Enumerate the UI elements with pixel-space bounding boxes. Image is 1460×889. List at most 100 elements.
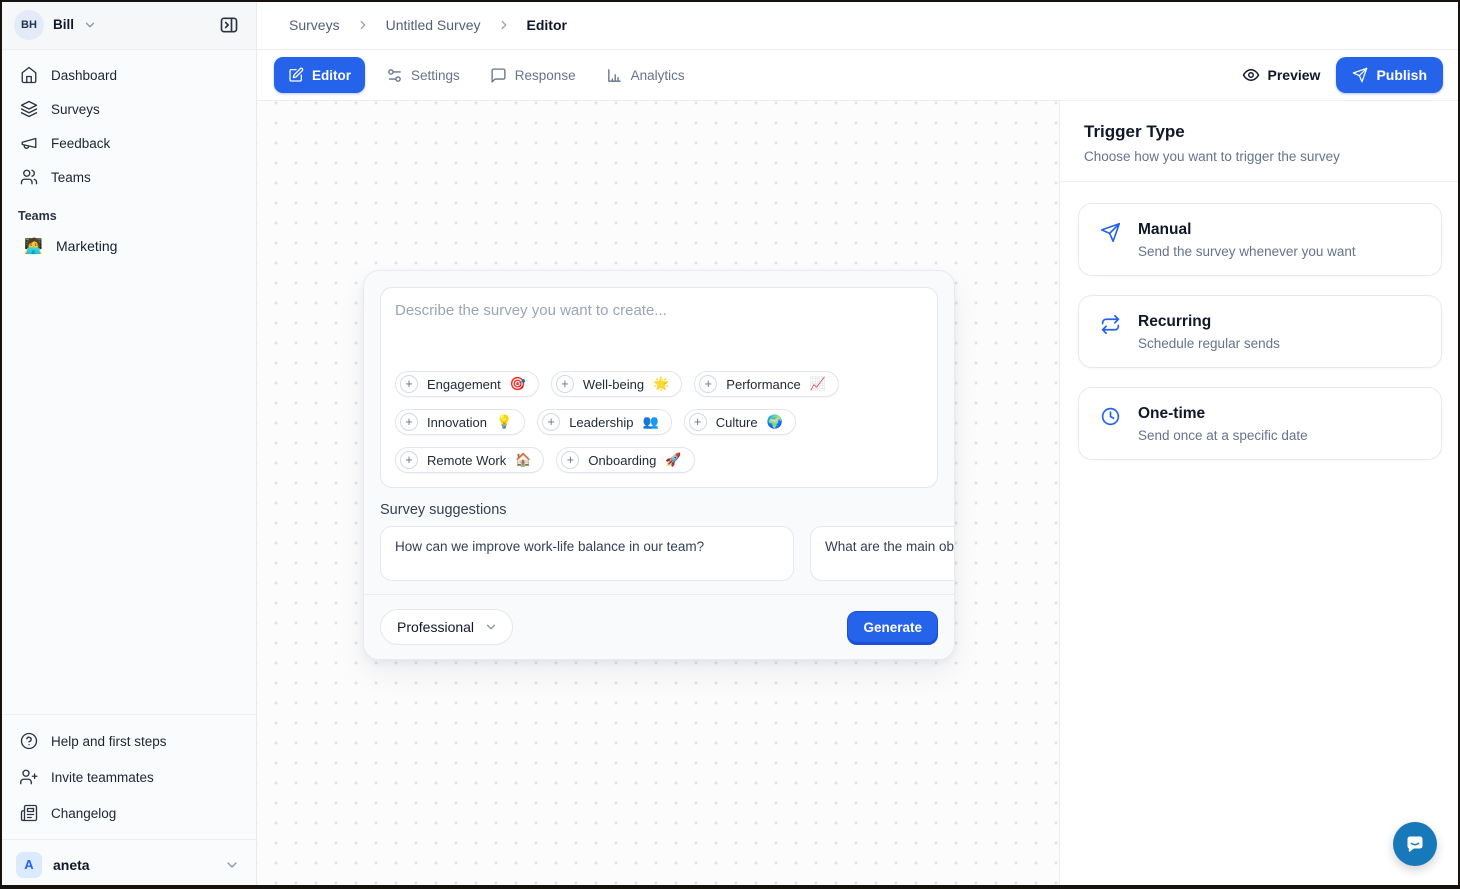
sidebar-item-feedback[interactable]: Feedback xyxy=(0,126,256,160)
tab-analytics[interactable]: Analytics xyxy=(597,57,694,93)
breadcrumb-survey-name[interactable]: Untitled Survey xyxy=(386,17,481,33)
home-icon xyxy=(20,66,38,84)
sidebar-item-label: Feedback xyxy=(51,136,110,151)
collapse-sidebar-button[interactable] xyxy=(216,12,242,38)
trigger-option-desc: Schedule regular sends xyxy=(1138,336,1280,351)
breadcrumb-surveys[interactable]: Surveys xyxy=(289,17,340,33)
trigger-option-title: One-time xyxy=(1138,405,1308,423)
chip-label: Remote Work xyxy=(427,453,506,468)
sidebar-item-teams[interactable]: Teams xyxy=(0,160,256,194)
trigger-option-one-time[interactable]: One-time Send once at a specific date xyxy=(1078,387,1442,460)
chevron-right-icon xyxy=(497,18,511,32)
layers-icon xyxy=(20,100,38,118)
survey-description-input[interactable]: Describe the survey you want to create..… xyxy=(380,287,938,488)
chip-label: Culture xyxy=(716,415,758,430)
chat-launcher-button[interactable] xyxy=(1393,822,1437,866)
chip-remote-work[interactable]: + Remote Work 🏠 xyxy=(395,447,544,473)
trigger-option-desc: Send once at a specific date xyxy=(1138,428,1308,443)
workspace-switcher[interactable]: BH Bill xyxy=(14,10,97,40)
sidebar-item-label: Surveys xyxy=(51,102,100,117)
sidebar-item-help[interactable]: Help and first steps xyxy=(0,723,256,759)
suggestion-card[interactable]: What are the main ob xyxy=(810,526,954,581)
chip-culture[interactable]: + Culture 🌍 xyxy=(684,409,796,435)
trigger-option-recurring[interactable]: Recurring Schedule regular sends xyxy=(1078,295,1442,368)
chip-emoji: 🌍 xyxy=(767,414,783,430)
pencil-square-icon xyxy=(288,67,304,83)
ai-survey-builder-card: Describe the survey you want to create..… xyxy=(363,270,955,660)
team-emoji: 🧑‍💻 xyxy=(24,237,42,255)
preview-button[interactable]: Preview xyxy=(1242,66,1321,84)
publish-button[interactable]: Publish xyxy=(1336,57,1443,93)
trigger-option-desc: Send the survey whenever you want xyxy=(1138,244,1356,259)
trigger-option-manual[interactable]: Manual Send the survey whenever you want xyxy=(1078,203,1442,276)
chip-emoji: 👥 xyxy=(643,414,659,430)
bar-chart-icon xyxy=(606,67,623,84)
tab-label: Analytics xyxy=(631,68,685,83)
chip-innovation[interactable]: + Innovation 💡 xyxy=(395,409,525,435)
toolbar-actions: Preview Publish xyxy=(1242,57,1444,93)
send-icon xyxy=(1352,67,1368,83)
plus-icon: + xyxy=(400,375,418,393)
message-square-icon xyxy=(490,67,507,84)
suggestions-title: Survey suggestions xyxy=(380,502,938,518)
chip-emoji: 💡 xyxy=(496,414,512,430)
suggestions-row: How can we improve work-life balance in … xyxy=(380,526,954,581)
sidebar-item-label: Invite teammates xyxy=(51,770,154,785)
builder-footer: Professional Generate xyxy=(364,594,954,659)
survey-canvas[interactable]: Describe the survey you want to create..… xyxy=(257,101,1059,889)
breadcrumb-current-page: Editor xyxy=(527,17,567,33)
sidebar-item-dashboard[interactable]: Dashboard xyxy=(0,58,256,92)
tab-response[interactable]: Response xyxy=(481,57,585,93)
megaphone-icon xyxy=(20,134,38,152)
account-menu[interactable]: A aneta xyxy=(0,839,256,889)
chip-leadership[interactable]: + Leadership 👥 xyxy=(537,409,672,435)
trigger-option-text: Recurring Schedule regular sends xyxy=(1138,313,1280,351)
sidebar-spacer xyxy=(0,264,256,714)
plus-icon: + xyxy=(556,375,574,393)
send-icon xyxy=(1099,222,1121,243)
teams-section-header: Teams xyxy=(0,194,256,228)
chip-onboarding[interactable]: + Onboarding 🚀 xyxy=(556,447,694,473)
sidebar-item-label: Teams xyxy=(51,170,91,185)
panel-collapse-icon xyxy=(219,15,239,35)
sidebar-item-invite[interactable]: Invite teammates xyxy=(0,759,256,795)
suggestion-card[interactable]: How can we improve work-life balance in … xyxy=(380,526,794,581)
sidebar-item-surveys[interactable]: Surveys xyxy=(0,92,256,126)
chip-performance[interactable]: + Performance 📈 xyxy=(694,371,839,397)
chip-engagement[interactable]: + Engagement 🎯 xyxy=(395,371,539,397)
chevron-right-icon xyxy=(356,18,370,32)
tab-label: Editor xyxy=(312,68,351,83)
clock-icon xyxy=(1099,406,1121,427)
main-column: Surveys Untitled Survey Editor Editor xyxy=(257,0,1460,889)
chip-label: Well-being xyxy=(583,377,644,392)
chip-emoji: 📈 xyxy=(810,376,826,392)
chevron-down-icon xyxy=(83,18,97,32)
trigger-option-title: Recurring xyxy=(1138,313,1280,331)
chip-emoji: 🎯 xyxy=(510,376,526,392)
sidebar-team-marketing[interactable]: 🧑‍💻 Marketing xyxy=(0,228,256,264)
chip-emoji: 🌟 xyxy=(653,376,669,392)
chip-label: Innovation xyxy=(427,415,487,430)
generate-button[interactable]: Generate xyxy=(847,611,938,643)
user-plus-icon xyxy=(20,768,38,786)
workspace-name: Bill xyxy=(53,17,74,32)
plus-icon: + xyxy=(689,413,707,431)
plus-icon: + xyxy=(699,375,717,393)
sidebar-footer: Help and first steps Invite teammates Ch… xyxy=(0,714,256,889)
tab-editor[interactable]: Editor xyxy=(274,57,365,93)
panel-title: Trigger Type xyxy=(1084,122,1436,142)
sidebar-item-label: Help and first steps xyxy=(51,734,167,749)
chip-emoji: 🚀 xyxy=(665,452,681,468)
account-name: aneta xyxy=(53,857,213,873)
trigger-type-panel: Trigger Type Choose how you want to trig… xyxy=(1059,101,1460,889)
chip-well-being[interactable]: + Well-being 🌟 xyxy=(551,371,682,397)
workspace-avatar: BH xyxy=(14,10,44,40)
plus-icon: + xyxy=(400,451,418,469)
tab-settings[interactable]: Settings xyxy=(377,57,469,93)
tone-select[interactable]: Professional xyxy=(380,609,513,645)
sidebar-item-label: Changelog xyxy=(51,806,116,821)
team-label: Marketing xyxy=(56,238,117,254)
preview-label: Preview xyxy=(1268,67,1321,83)
trigger-option-text: One-time Send once at a specific date xyxy=(1138,405,1308,443)
sidebar-item-changelog[interactable]: Changelog xyxy=(0,795,256,831)
